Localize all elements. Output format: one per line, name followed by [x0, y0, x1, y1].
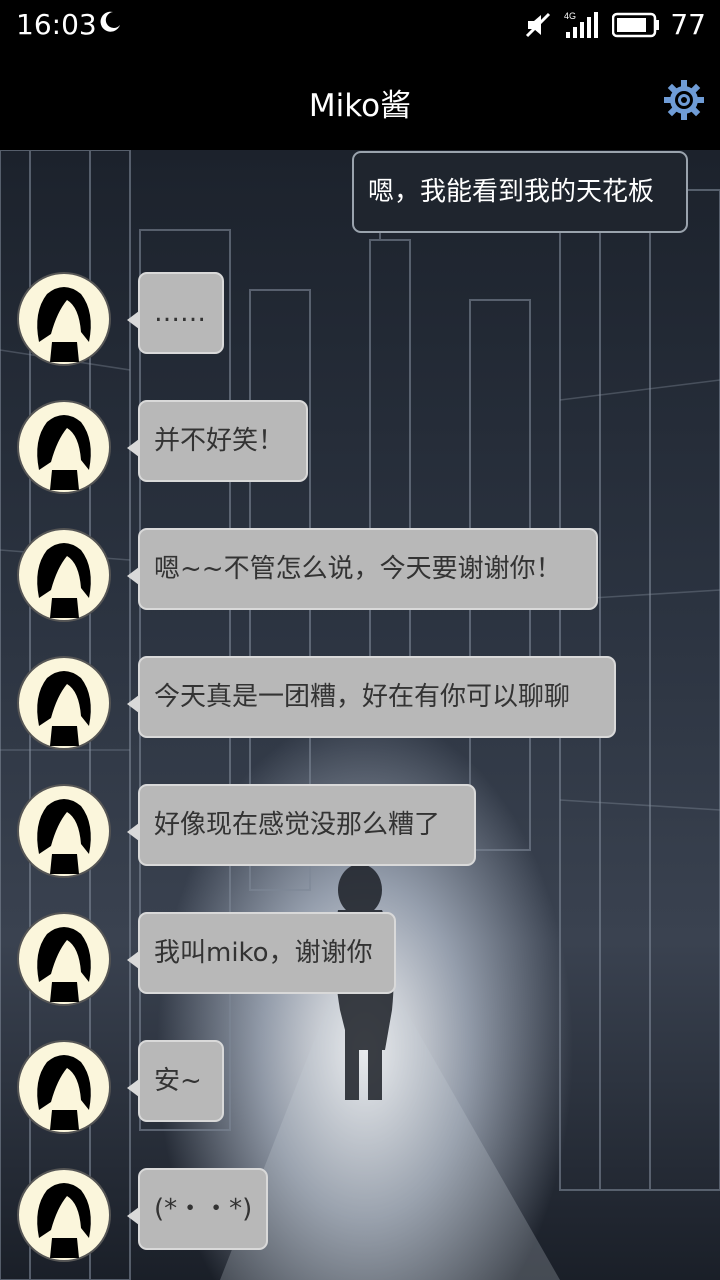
message-text: (*・・*) [154, 1194, 253, 1224]
chat-area[interactable]: 嗯，我能看到我的天花板 …… 并不好笑！ 嗯~~不管怎么说，今天要谢谢你！ 今天… [0, 150, 720, 1280]
message-text: 嗯，我能看到我的天花板 [368, 177, 655, 207]
message-bubble-incoming[interactable]: 并不好笑！ [138, 400, 308, 482]
signal-icon: 4G [564, 11, 599, 38]
message-text: 好像现在感觉没那么糟了 [154, 810, 441, 840]
message-bubble-incoming[interactable]: …… [138, 272, 224, 354]
chat-title: Miko酱 [308, 88, 412, 124]
avatar[interactable] [17, 1168, 111, 1262]
avatar[interactable] [17, 528, 111, 622]
mute-icon [526, 12, 551, 37]
app-bar: Miko酱 [0, 50, 720, 150]
message-bubble-incoming[interactable]: 安~ [138, 1040, 224, 1122]
avatar[interactable] [17, 272, 111, 366]
message-bubble-incoming[interactable]: 嗯~~不管怎么说，今天要谢谢你！ [138, 528, 598, 610]
message-text: 安~ [154, 1066, 202, 1096]
network-type: 4G [564, 11, 576, 21]
message-text: …… [154, 298, 206, 328]
avatar[interactable] [17, 784, 111, 878]
moon-icon [100, 11, 120, 32]
status-time: 16:03 [16, 8, 97, 41]
avatar[interactable] [17, 656, 111, 750]
message-text: 嗯~~不管怎么说，今天要谢谢你！ [154, 554, 562, 584]
message-bubble-incoming[interactable]: (*・・*) [138, 1168, 268, 1250]
battery-icon [612, 12, 660, 37]
battery-level: 77 [670, 8, 706, 41]
settings-gear-icon[interactable] [662, 78, 706, 122]
message-bubble-outgoing[interactable]: 嗯，我能看到我的天花板 [352, 151, 688, 233]
message-bubble-incoming[interactable]: 我叫miko，谢谢你 [138, 912, 396, 994]
status-bar: 16:03 4G 77 [0, 0, 720, 50]
message-text: 今天真是一团糟，好在有你可以聊聊 [154, 682, 571, 712]
avatar[interactable] [17, 1040, 111, 1134]
message-bubble-incoming[interactable]: 今天真是一团糟，好在有你可以聊聊 [138, 656, 616, 738]
avatar[interactable] [17, 400, 111, 494]
message-text: 我叫miko，谢谢你 [154, 938, 373, 968]
avatar[interactable] [17, 912, 111, 1006]
message-text: 并不好笑！ [154, 426, 285, 456]
message-bubble-incoming[interactable]: 好像现在感觉没那么糟了 [138, 784, 476, 866]
